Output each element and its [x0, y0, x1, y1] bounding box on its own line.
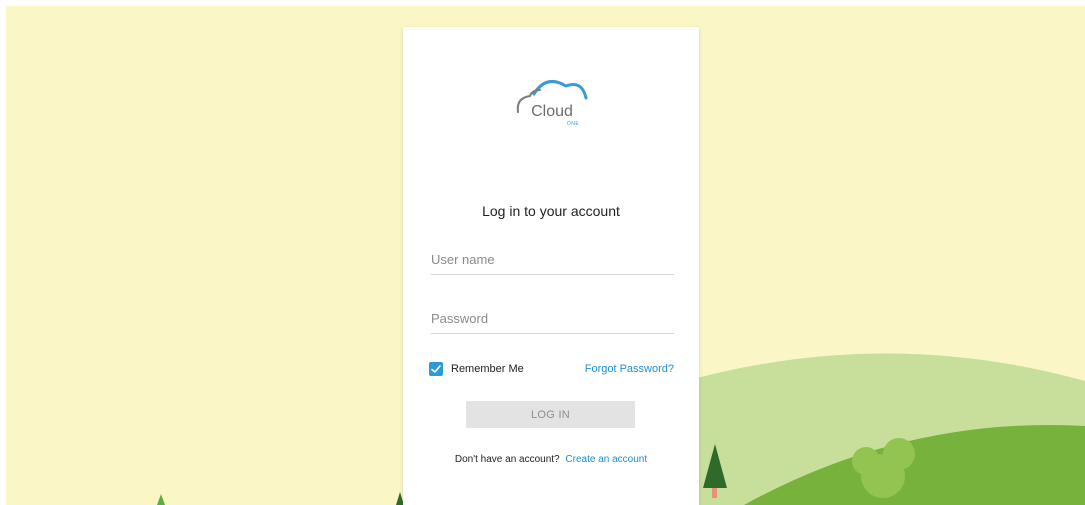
- logo-subtext: ONE: [567, 121, 580, 127]
- remember-me-label: Remember Me: [451, 363, 524, 375]
- login-button[interactable]: LOG IN: [466, 401, 635, 428]
- tree-trunk: [712, 488, 717, 498]
- cloud-one-logo: Cloud ONE: [516, 80, 588, 127]
- remember-me-checkbox[interactable]: [429, 362, 443, 376]
- forgot-password-link[interactable]: Forgot Password?: [585, 362, 674, 376]
- create-account-link[interactable]: Create an account: [565, 454, 647, 465]
- login-card: Cloud ONE Log in to your account Remembe…: [403, 27, 699, 505]
- bush: [852, 447, 880, 475]
- password-input[interactable]: [431, 307, 674, 334]
- logo-text: Cloud: [531, 103, 573, 120]
- login-title: Log in to your account: [482, 203, 620, 219]
- signup-row: Don't have an account? Create an account: [403, 454, 699, 465]
- signup-prompt: Don't have an account?: [454, 454, 560, 465]
- small-tree: [157, 494, 165, 505]
- bush: [883, 438, 915, 470]
- check-icon: [431, 365, 441, 373]
- username-input[interactable]: [431, 248, 674, 275]
- cloud-outline-blue: [532, 80, 588, 100]
